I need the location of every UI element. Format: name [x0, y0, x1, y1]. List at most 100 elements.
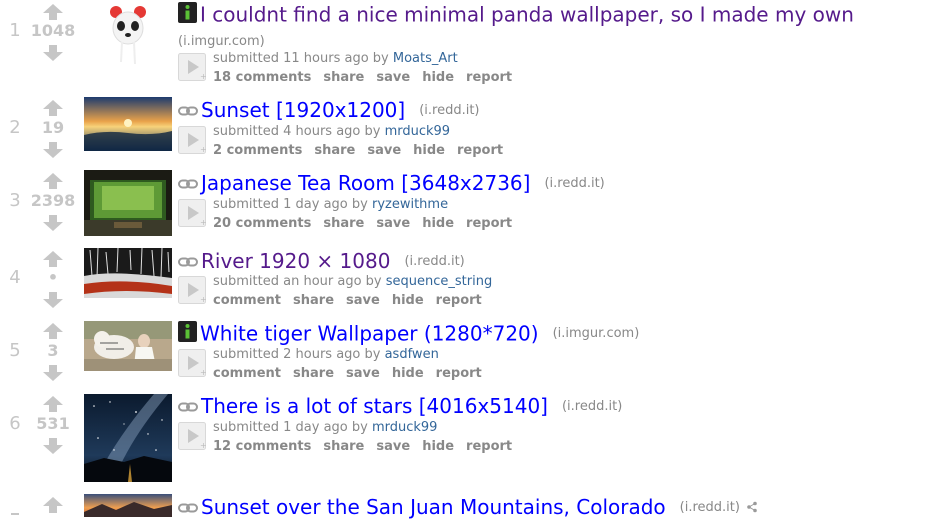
comments-link[interactable]: comment [213, 293, 281, 308]
author-link[interactable]: mrduck99 [385, 124, 451, 139]
post-title-link[interactable]: There is a lot of stars [4016x5140] [201, 394, 548, 418]
save-link[interactable]: save [367, 143, 401, 158]
upvote-arrow-icon[interactable] [43, 396, 63, 412]
comments-link[interactable]: 12 comments [213, 439, 311, 454]
downvote-arrow-icon[interactable] [43, 45, 63, 61]
post-title-link[interactable]: I couldnt find a nice minimal panda wall… [200, 3, 854, 27]
report-link[interactable]: report [466, 439, 512, 454]
svg-text:+: + [200, 295, 206, 304]
report-link[interactable]: report [466, 216, 512, 231]
post-tagline: submitted 1 day ago by mrduck99 [213, 420, 437, 435]
post-thumbnail[interactable] [84, 394, 172, 482]
comments-link[interactable]: 2 comments [213, 143, 302, 158]
report-link[interactable]: report [457, 143, 503, 158]
post-title-link[interactable]: White tiger Wallpaper (1280*720) [200, 322, 539, 346]
post-title-link[interactable]: Japanese Tea Room [3648x2736] [201, 171, 530, 195]
post-tagline: submitted 4 hours ago by mrduck99 [213, 124, 450, 139]
hide-link[interactable]: hide [413, 143, 445, 158]
post-domain[interactable]: (i.redd.it) [419, 103, 479, 118]
post-thumbnail[interactable] [84, 494, 172, 517]
title-row: Sunset over the San Juan Mountains, Colo… [178, 495, 758, 519]
post-rank: 3 [9, 190, 21, 211]
author-link[interactable]: ryzewithme [372, 197, 448, 212]
post-score: • [47, 268, 59, 287]
expand-play-icon[interactable]: + [178, 276, 207, 304]
upvote-arrow-icon[interactable] [43, 173, 63, 189]
post-title-link[interactable]: Sunset over the San Juan Mountains, Colo… [201, 495, 666, 519]
upvote-arrow-icon[interactable] [43, 251, 63, 267]
upvote-arrow-icon[interactable] [43, 100, 63, 116]
share-link[interactable]: share [323, 70, 364, 85]
post-score: 19 [41, 118, 65, 137]
post-domain[interactable]: (i.redd.it) [544, 176, 604, 191]
post-title-link[interactable]: River 1920 × 1080 [201, 249, 390, 273]
post-domain[interactable]: (i.imgur.com) [553, 326, 640, 341]
save-link[interactable]: save [376, 439, 410, 454]
expand-play-icon[interactable]: + [178, 422, 207, 450]
post-thumbnail[interactable] [84, 170, 172, 236]
post-tagline: submitted 11 hours ago by Moats_Art [213, 51, 458, 66]
share-link[interactable]: share [314, 143, 355, 158]
save-link[interactable]: save [376, 70, 410, 85]
post-thumbnail[interactable] [84, 321, 172, 371]
submitted-text: submitted an hour ago by [213, 274, 382, 289]
report-link[interactable]: report [466, 70, 512, 85]
post-thumbnail[interactable] [84, 4, 172, 66]
author-link[interactable]: sequence_string [386, 274, 492, 289]
post-rank: 1 [9, 20, 21, 41]
share-link[interactable]: share [323, 216, 364, 231]
post-tagline: submitted 1 day ago by ryzewithme [213, 197, 448, 212]
hide-link[interactable]: hide [422, 439, 454, 454]
post-domain[interactable]: (i.redd.it) [562, 399, 622, 414]
link-icon [178, 397, 198, 416]
share-link[interactable]: share [293, 366, 334, 381]
hide-link[interactable]: hide [422, 70, 454, 85]
post-thumbnail[interactable] [84, 97, 172, 151]
expand-play-icon[interactable]: + [178, 199, 207, 227]
comments-link[interactable]: 20 comments [213, 216, 311, 231]
comments-link[interactable]: 18 comments [213, 70, 311, 85]
link-icon [178, 498, 198, 517]
post-domain[interactable]: (i.redd.it) [680, 500, 740, 515]
post-title-link[interactable]: Sunset [1920x1200] [201, 98, 405, 122]
hide-link[interactable]: hide [422, 216, 454, 231]
post-rank: 2 [9, 117, 21, 138]
downvote-arrow-icon[interactable] [43, 215, 63, 231]
upvote-arrow-icon[interactable] [43, 323, 63, 339]
author-link[interactable]: Moats_Art [393, 51, 458, 66]
image-post-icon [178, 321, 197, 346]
expand-play-icon[interactable]: + [178, 126, 207, 154]
downvote-arrow-icon[interactable] [43, 142, 63, 158]
image-post-icon [178, 2, 197, 27]
author-link[interactable]: mrduck99 [372, 420, 438, 435]
downvote-arrow-icon[interactable] [43, 292, 63, 308]
title-row: I couldnt find a nice minimal panda wall… [178, 2, 854, 27]
expand-play-icon[interactable]: + [178, 349, 207, 377]
downvote-arrow-icon[interactable] [43, 365, 63, 381]
save-link[interactable]: save [376, 216, 410, 231]
expand-play-icon[interactable]: + [178, 53, 207, 81]
author-link[interactable]: asdfwen [385, 347, 439, 362]
post-domain[interactable]: (i.imgur.com) [178, 34, 265, 49]
upvote-arrow-icon[interactable] [43, 4, 63, 20]
link-icon [178, 174, 198, 193]
svg-text:+: + [200, 218, 206, 227]
svg-text:+: + [200, 441, 206, 450]
comments-link[interactable]: comment [213, 366, 281, 381]
hide-link[interactable]: hide [392, 293, 424, 308]
downvote-arrow-icon[interactable] [43, 438, 63, 454]
report-link[interactable]: report [436, 293, 482, 308]
submitted-text: submitted 2 hours ago by [213, 347, 381, 362]
title-row: Japanese Tea Room [3648x2736] (i.redd.it) [178, 171, 605, 195]
save-link[interactable]: save [346, 293, 380, 308]
share-link[interactable]: share [293, 293, 334, 308]
share-icon[interactable] [746, 498, 758, 517]
save-link[interactable]: save [346, 366, 380, 381]
post-thumbnail[interactable] [84, 248, 172, 298]
svg-text:+: + [200, 145, 206, 154]
upvote-arrow-icon[interactable] [43, 497, 63, 513]
share-link[interactable]: share [323, 439, 364, 454]
report-link[interactable]: report [436, 366, 482, 381]
hide-link[interactable]: hide [392, 366, 424, 381]
post-domain[interactable]: (i.redd.it) [404, 254, 464, 269]
